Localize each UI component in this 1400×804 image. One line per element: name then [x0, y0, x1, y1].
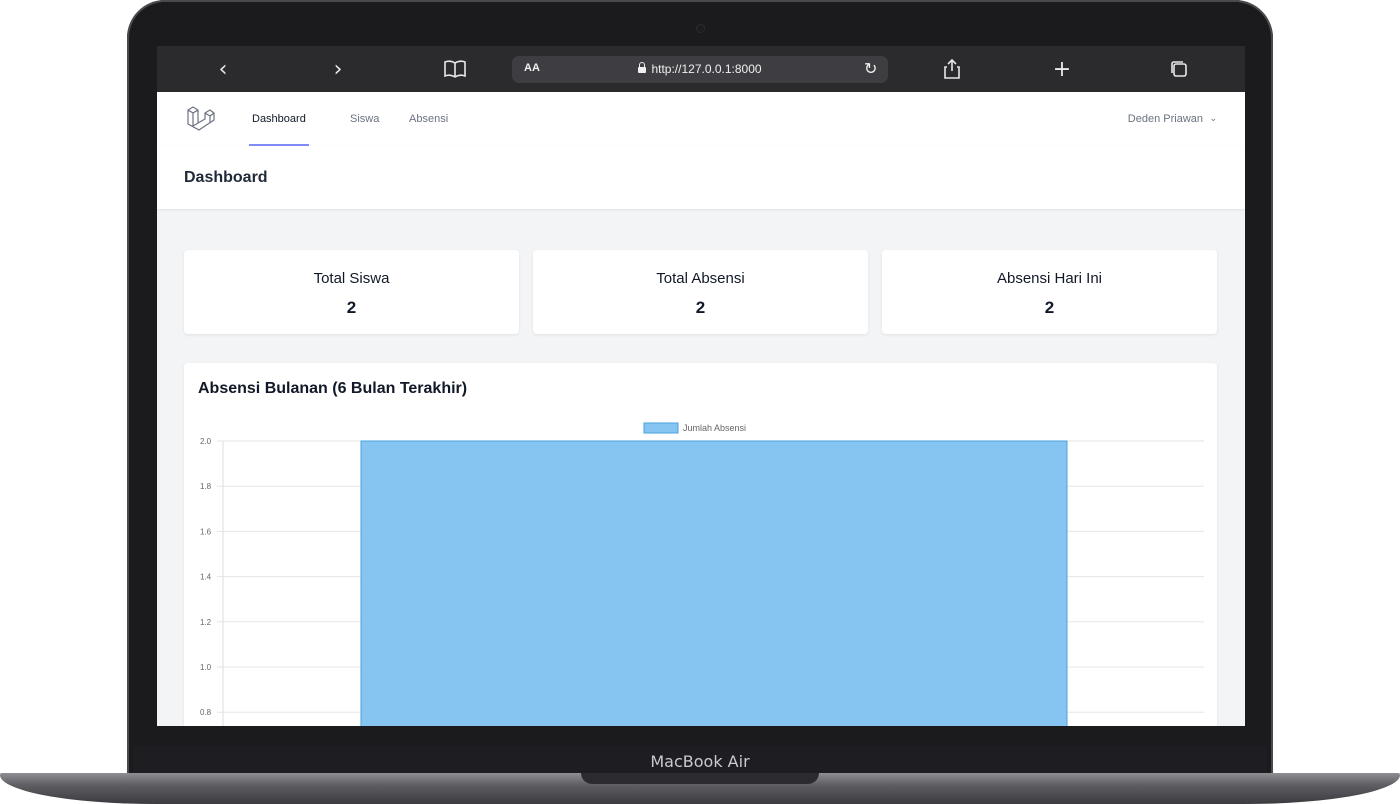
tabs-overview-icon[interactable]	[1159, 46, 1199, 92]
y-tick-label: 1.0	[200, 663, 212, 672]
address-bar[interactable]: AA http://127.0.0.1:8000 ↻	[512, 56, 888, 83]
top-navigation: Dashboard Siswa Absensi Deden Priawan ⌄	[157, 92, 1245, 147]
stat-card-total-absensi: Total Absensi 2	[533, 250, 868, 334]
share-icon[interactable]	[932, 46, 972, 92]
page-title: Dashboard	[184, 169, 268, 186]
camera-icon	[697, 25, 704, 32]
bar[interactable]	[360, 440, 1068, 726]
forward-icon[interactable]: ›	[318, 46, 358, 92]
url-text: http://127.0.0.1:8000	[651, 62, 762, 76]
legend-swatch[interactable]	[643, 422, 679, 434]
screen: ‹ › AA http://127.0.0.1:8000 ↻ + Dashboa…	[157, 46, 1245, 726]
nav-dashboard[interactable]: Dashboard	[249, 92, 309, 146]
y-tick-label: 0.8	[200, 708, 212, 717]
y-tick-label: 2.0	[200, 437, 212, 446]
laravel-logo-icon[interactable]	[185, 104, 215, 134]
reload-icon[interactable]: ↻	[864, 59, 877, 79]
nav-absensi[interactable]: Absensi	[409, 92, 448, 146]
stat-title: Absensi Hari Ini	[996, 270, 1103, 287]
device-label: MacBook Air	[650, 752, 750, 771]
legend-label[interactable]: Jumlah Absensi	[683, 423, 746, 433]
bar-chart: Jumlah Absensi 2.0 1.8 1.6 1.4 1.2 1.0 0.8	[200, 422, 1204, 726]
stat-value: 2	[346, 298, 357, 317]
y-tick-label: 1.4	[200, 573, 212, 582]
bookmarks-icon[interactable]	[435, 46, 475, 92]
stat-card-absensi-hari-ini: Absensi Hari Ini 2	[882, 250, 1217, 334]
page-header: Dashboard	[157, 146, 1245, 209]
back-icon[interactable]: ‹	[203, 46, 243, 92]
laptop-notch	[581, 773, 819, 784]
stat-title: Total Siswa	[313, 270, 390, 287]
nav-siswa[interactable]: Siswa	[350, 92, 379, 146]
stat-title: Total Absensi	[656, 270, 745, 287]
new-tab-icon[interactable]: +	[1042, 46, 1082, 92]
stat-value: 2	[695, 298, 706, 317]
y-tick-label: 1.2	[200, 618, 212, 627]
chevron-down-icon[interactable]: ⌄	[1209, 113, 1217, 124]
user-menu[interactable]: Deden Priawan	[1128, 92, 1203, 146]
y-tick-label: 1.6	[200, 527, 212, 536]
lock-icon	[638, 62, 647, 73]
chart-card: Absensi Bulanan (6 Bulan Terakhir) Jumla…	[184, 363, 1217, 726]
y-tick-label: 1.8	[200, 482, 212, 491]
stat-card-total-siswa: Total Siswa 2	[184, 250, 519, 334]
stat-value: 2	[1044, 298, 1055, 317]
browser-toolbar: ‹ › AA http://127.0.0.1:8000 ↻ +	[157, 46, 1245, 92]
